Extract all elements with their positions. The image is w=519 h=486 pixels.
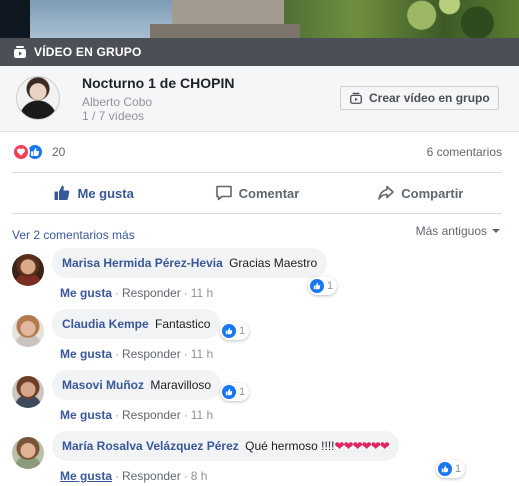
comment-time[interactable]: 11 h (191, 286, 213, 300)
comment-time[interactable]: 8 h (191, 469, 208, 483)
comment-bubble: Claudia Kempe Fantastico (52, 309, 221, 339)
video-group-header: Nocturno 1 de CHOPIN Alberto Cobo 1 / 7 … (0, 66, 519, 132)
comment-reaction-count: 1 (239, 386, 246, 398)
sort-label: Más antiguos (415, 224, 487, 238)
love-icon (12, 143, 30, 161)
group-video-label: VÍDEO EN GRUPO (34, 45, 142, 59)
group-video-icon (349, 91, 363, 105)
comment-reactions[interactable]: 1 (220, 383, 250, 401)
reaction-count[interactable]: 20 (52, 145, 65, 159)
comment-bubble: Marisa Hermida Pérez-Hevia Gracias Maest… (52, 248, 328, 278)
comment-reply-link[interactable]: Responder (122, 347, 181, 361)
comment-author[interactable]: Claudia Kempe (62, 317, 149, 331)
comment-reaction-count: 1 (455, 463, 462, 475)
view-more-comments-link[interactable]: Ver 2 comentarios más (12, 228, 135, 242)
page-title[interactable]: Nocturno 1 de CHOPIN (82, 75, 234, 91)
comment-like-link[interactable]: Me gusta (60, 408, 112, 422)
thumbs-up-icon (53, 184, 71, 202)
comment-button[interactable]: Comentar (175, 173, 338, 213)
like-button[interactable]: Me gusta (12, 173, 175, 213)
comment-author[interactable]: Marisa Hermida Pérez-Hevia (62, 256, 223, 270)
comment-text: Maravilloso (150, 378, 212, 392)
comment-count[interactable]: 6 comentarios (427, 145, 502, 159)
like-icon (222, 385, 236, 399)
create-group-video-button[interactable]: Crear vídeo en grupo (340, 86, 499, 110)
comment-reply-link[interactable]: Responder (122, 286, 181, 300)
like-icon (438, 462, 452, 476)
avatar[interactable] (16, 76, 60, 120)
comment-reaction-count: 1 (327, 280, 334, 292)
comment-text: Qué hermoso !!!! (245, 439, 335, 453)
like-icon (310, 279, 324, 293)
comment-meta: Me gusta · Responder · 8 h (60, 469, 208, 483)
share-icon (377, 184, 395, 202)
comment-text: Fantastico (155, 317, 211, 331)
comment-like-link[interactable]: Me gusta (60, 347, 112, 361)
comment-reaction-count: 1 (239, 325, 246, 337)
comment-meta: Me gusta · Responder · 11 h (60, 286, 214, 300)
comment-meta: Me gusta · Responder · 11 h (60, 347, 214, 361)
author-name[interactable]: Alberto Cobo (82, 95, 152, 109)
share-label: Compartir (401, 185, 464, 201)
comment-reactions[interactable]: 1 (436, 460, 466, 478)
like-label: Me gusta (77, 185, 134, 201)
comment-author[interactable]: Masovi Muñoz (62, 378, 144, 392)
comment-reply-link[interactable]: Responder (122, 408, 181, 422)
group-video-icon (12, 44, 28, 60)
comment-like-link[interactable]: Me gusta (60, 469, 112, 483)
sort-dropdown[interactable]: Más antiguos (416, 224, 500, 238)
comment-text: Gracias Maestro (229, 256, 318, 270)
comment-label: Comentar (238, 185, 300, 201)
video-thumbnail[interactable] (0, 0, 519, 38)
comment-bubble: María Rosalva Velázquez Pérez Qué hermos… (52, 431, 399, 461)
comment-author[interactable]: María Rosalva Velázquez Pérez (62, 439, 239, 453)
comment-reactions[interactable]: 1 (308, 277, 338, 295)
caret-down-icon (492, 229, 500, 233)
avatar[interactable] (12, 376, 44, 408)
comment-time[interactable]: 11 h (191, 408, 213, 422)
avatar[interactable] (12, 437, 44, 469)
comment-reply-link[interactable]: Responder (122, 469, 181, 483)
comment-reactions[interactable]: 1 (220, 322, 250, 340)
avatar[interactable] (12, 315, 44, 347)
comment-time[interactable]: 11 h (191, 347, 213, 361)
share-button[interactable]: Compartir (339, 173, 502, 213)
action-bar: Me gusta Comentar Compartir (12, 172, 502, 214)
comment-icon (215, 184, 233, 202)
create-group-video-label: Crear vídeo en grupo (369, 91, 490, 105)
comment-meta: Me gusta · Responder · 11 h (60, 408, 214, 422)
avatar[interactable] (12, 254, 44, 286)
like-icon (222, 324, 236, 338)
heart-emoji: ❤❤❤❤❤❤ (334, 439, 389, 453)
reaction-icons[interactable] (12, 143, 44, 161)
comment-bubble: Masovi Muñoz Maravilloso (52, 370, 222, 400)
comment-like-link[interactable]: Me gusta (60, 286, 112, 300)
reactions-summary: 20 6 comentarios (0, 132, 519, 172)
group-video-bar: VÍDEO EN GRUPO (0, 38, 519, 66)
video-count: 1 / 7 vídeos (82, 109, 145, 123)
